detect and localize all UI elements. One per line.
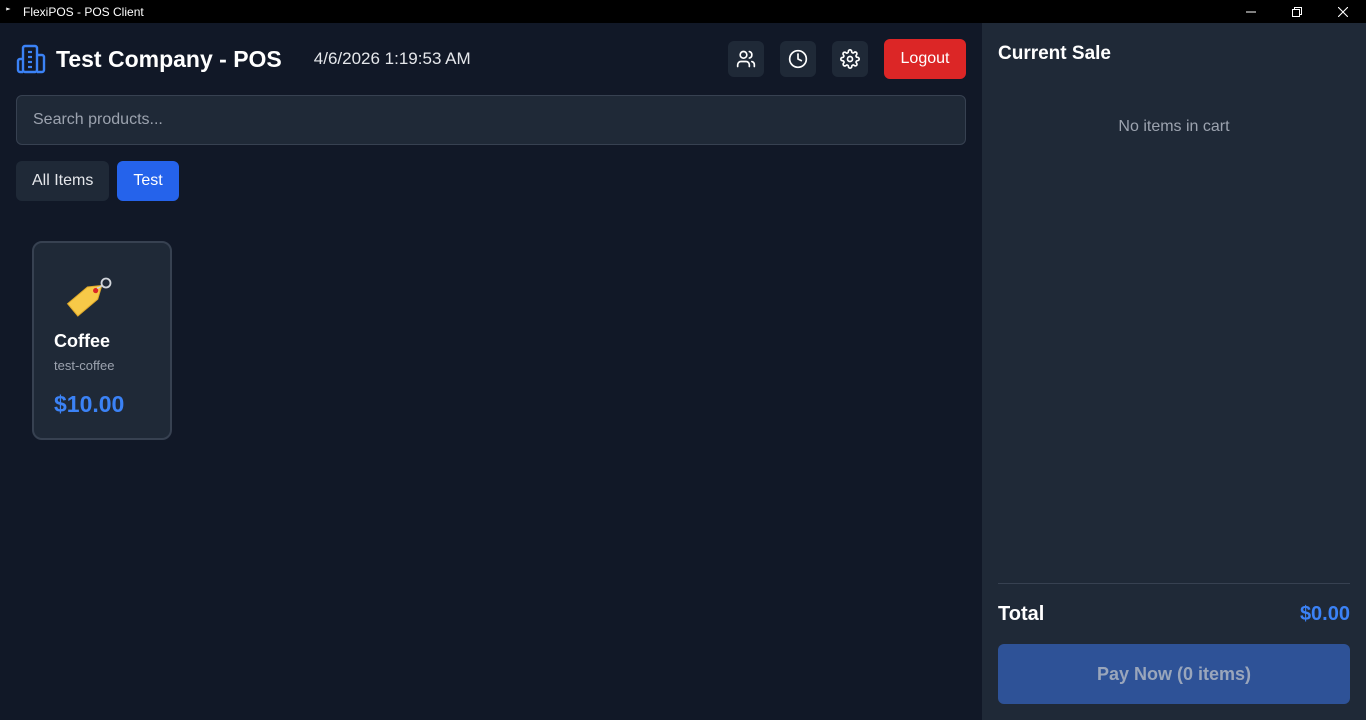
- header-actions: Logout: [712, 39, 966, 79]
- cart-divider: [998, 583, 1350, 584]
- cart-title: Current Sale: [998, 43, 1111, 64]
- users-icon: [736, 50, 756, 68]
- window-titlebar: FlexiPOS - POS Client: [0, 0, 1366, 23]
- total-label: Total: [998, 603, 1045, 625]
- current-datetime: 4/6/2026 1:19:53 AM: [313, 49, 471, 68]
- minimize-button[interactable]: [1228, 0, 1274, 23]
- product-price: $10.00: [54, 391, 125, 417]
- close-icon: [1338, 6, 1348, 17]
- category-tabs: All Items Test: [16, 161, 187, 201]
- search-input[interactable]: [16, 95, 966, 145]
- customers-button[interactable]: [728, 41, 764, 77]
- product-card[interactable]: Coffee test-coffee $10.00: [32, 241, 172, 440]
- product-name: Coffee: [54, 331, 111, 351]
- product-sku: test-coffee: [54, 358, 115, 373]
- price-tag-icon: [66, 277, 112, 317]
- category-all-items[interactable]: All Items: [16, 161, 110, 201]
- history-button[interactable]: [780, 41, 816, 77]
- window-title: FlexiPOS - POS Client: [23, 4, 144, 19]
- cart-panel: Current Sale No items in cart Total $0.0…: [982, 23, 1366, 720]
- clock-icon: [788, 49, 808, 69]
- search-bar: [16, 95, 966, 145]
- empty-cart-message: No items in cart: [1118, 118, 1230, 135]
- restore-button[interactable]: [1274, 0, 1320, 23]
- logout-button[interactable]: Logout: [884, 39, 966, 79]
- gear-icon: [840, 49, 860, 69]
- category-test[interactable]: Test: [117, 161, 179, 201]
- window-controls: [1228, 0, 1366, 23]
- pay-now-button[interactable]: Pay Now (0 items): [998, 644, 1350, 704]
- close-button[interactable]: [1320, 0, 1366, 23]
- product-area: Test Company - POS 4/6/2026 1:19:53 AM L…: [0, 23, 982, 720]
- building-icon: [16, 44, 46, 74]
- page-title: Test Company - POS: [56, 45, 282, 72]
- total-value: $0.00: [1299, 603, 1350, 625]
- app-icon: [4, 7, 14, 17]
- pos-header: Test Company - POS 4/6/2026 1:19:53 AM L…: [16, 39, 966, 79]
- restore-icon: [1292, 6, 1302, 17]
- settings-button[interactable]: [832, 41, 868, 77]
- minimize-icon: [1246, 11, 1256, 12]
